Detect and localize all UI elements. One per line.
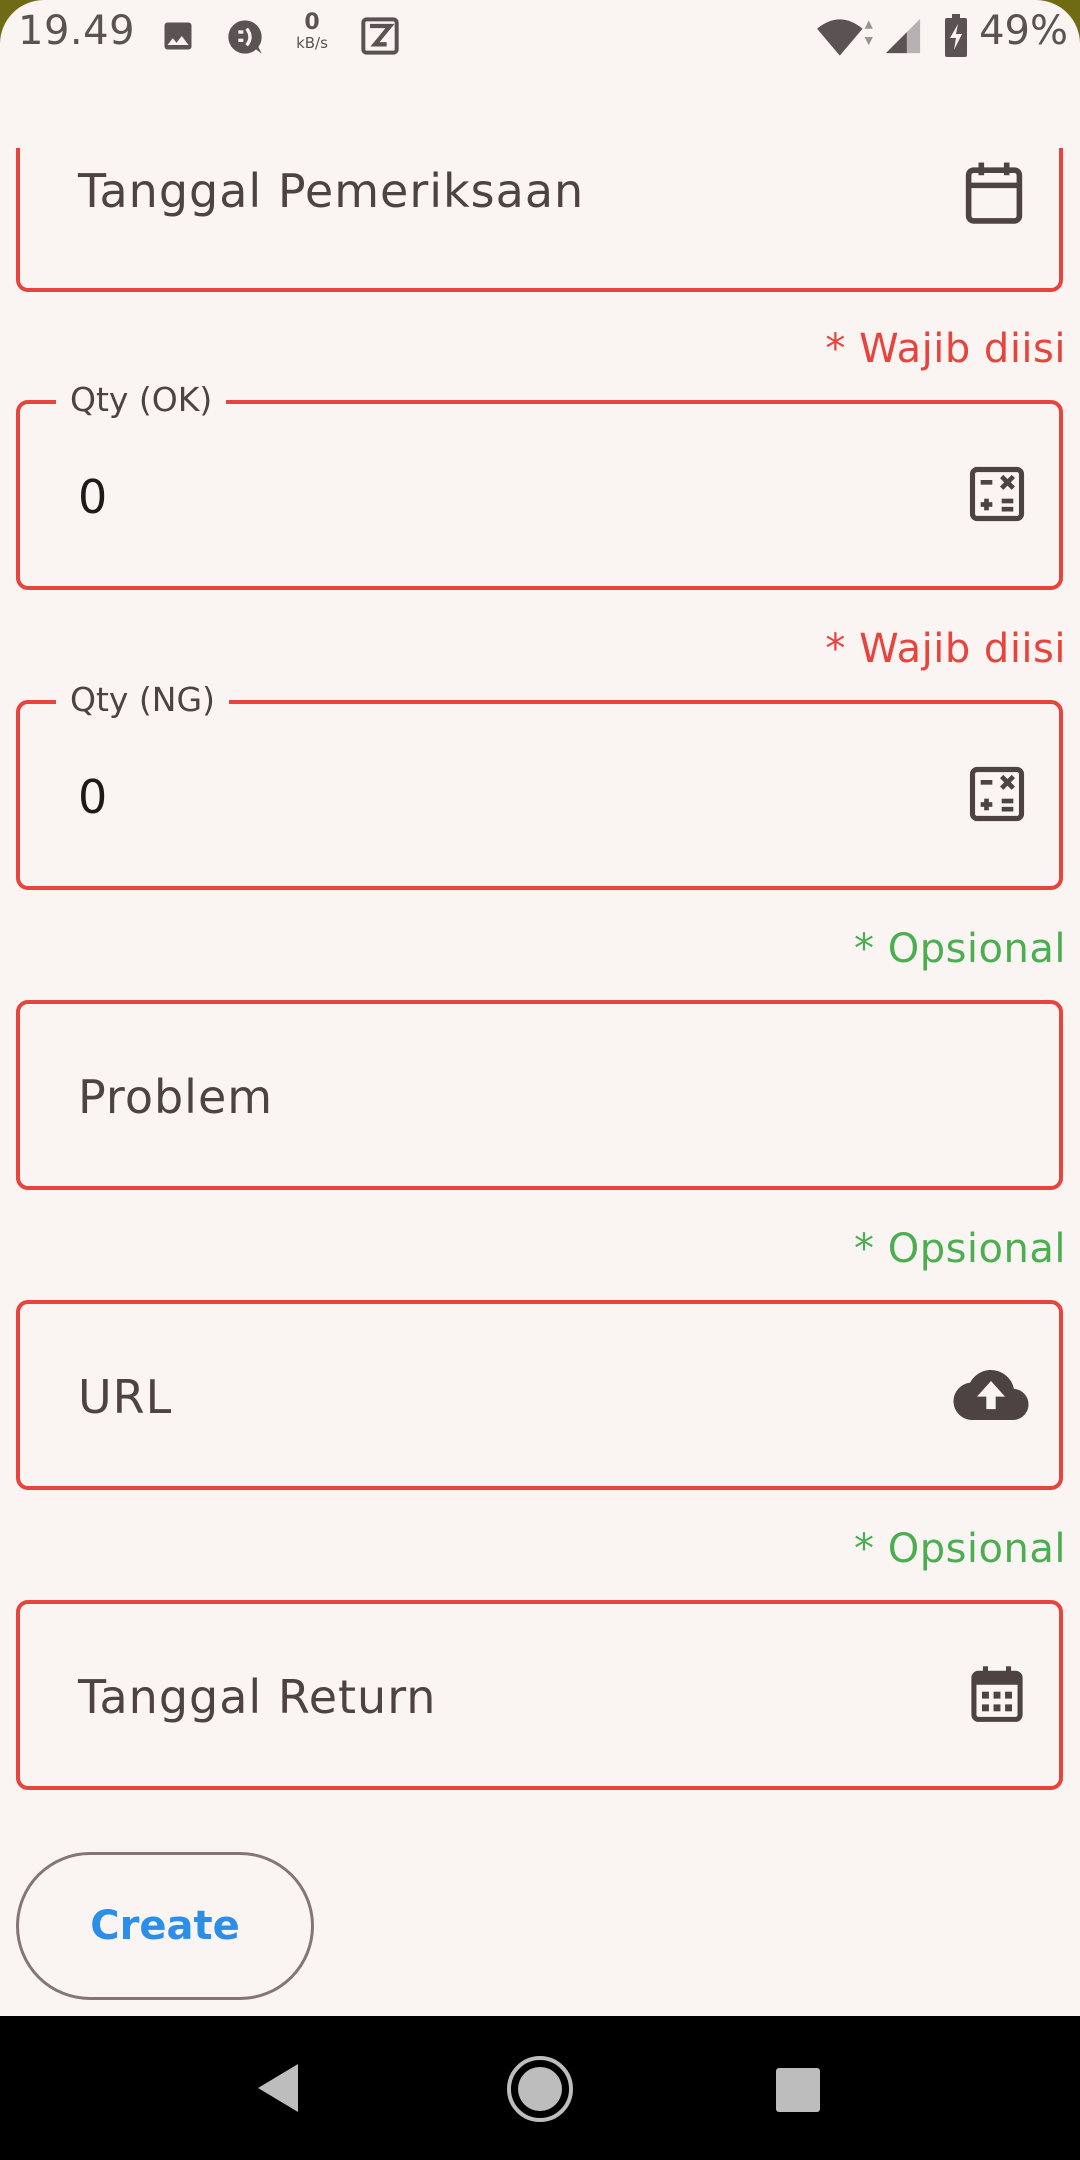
- qty-ng-value[interactable]: 0: [78, 770, 107, 824]
- calendar-grid-icon[interactable]: [969, 1664, 1025, 1728]
- tanggal-pemeriksaan-field[interactable]: Tanggal Pemeriksaan: [16, 148, 1063, 292]
- image-icon: [160, 18, 196, 58]
- url-placeholder: URL: [78, 1370, 173, 1424]
- net-speed-icon: 0 kB/s: [292, 12, 332, 51]
- tanggal-return-optional-hint: * Opsional: [854, 1526, 1066, 1572]
- qty-ok-value[interactable]: 0: [78, 470, 107, 524]
- app-screen: 19.49 0 kB/s 49% Tanggal Pemeriksaan * W…: [0, 0, 1080, 2016]
- url-optional-hint: * Opsional: [854, 1226, 1066, 1272]
- qty-ng-field[interactable]: Qty (NG) 0: [16, 676, 1063, 890]
- status-bar: 19.49 0 kB/s 49%: [0, 0, 1080, 74]
- status-time: 19.49: [18, 8, 136, 54]
- qty-ok-field[interactable]: Qty (OK) 0: [16, 376, 1063, 590]
- tanggal-return-placeholder: Tanggal Return: [78, 1670, 437, 1724]
- home-icon[interactable]: [505, 2054, 575, 2128]
- qty-ng-required-hint: * Wajib diisi: [825, 626, 1066, 672]
- problem-placeholder: Problem: [78, 1070, 274, 1124]
- problem-optional-hint: * Opsional: [854, 926, 1066, 972]
- tanggal-return-field[interactable]: Tanggal Return: [16, 1600, 1063, 1790]
- calendar-icon[interactable]: [963, 160, 1025, 230]
- url-field[interactable]: URL: [16, 1300, 1063, 1490]
- tanggal-pemeriksaan-placeholder: Tanggal Pemeriksaan: [78, 164, 585, 218]
- back-icon[interactable]: [254, 2060, 302, 2120]
- qty-ok-required-hint: * Wajib diisi: [825, 326, 1066, 372]
- app-k-icon: [360, 16, 400, 60]
- battery-percent: 49%: [979, 8, 1068, 54]
- wifi-icon: [815, 16, 877, 62]
- battery-icon: [944, 14, 968, 62]
- calculator-icon[interactable]: [969, 466, 1025, 526]
- cloud-upload-icon[interactable]: [953, 1370, 1029, 1424]
- net-speed-unit: kB/s: [296, 34, 328, 52]
- navigation-bar: [0, 2016, 1080, 2160]
- chat-icon: [225, 17, 265, 61]
- problem-field[interactable]: Problem: [16, 1000, 1063, 1190]
- signal-icon: [884, 16, 922, 60]
- calculator-icon[interactable]: [969, 766, 1025, 826]
- qty-ng-label: Qty (NG): [56, 676, 229, 724]
- qty-ok-label: Qty (OK): [56, 376, 227, 424]
- net-speed-value: 0: [304, 10, 320, 35]
- create-button[interactable]: Create: [16, 1852, 314, 2000]
- recents-icon[interactable]: [774, 2066, 822, 2118]
